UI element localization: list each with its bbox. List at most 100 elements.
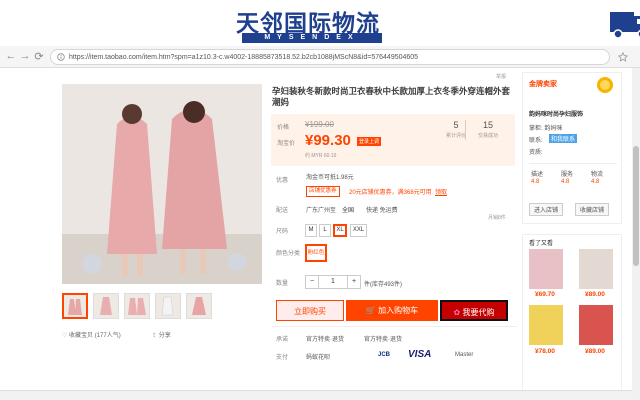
scrollbar[interactable] — [632, 68, 640, 400]
stock-text: 件(库存493件) — [364, 282, 403, 288]
collect-shop-button[interactable]: 收藏店铺 — [575, 203, 610, 216]
payment-label: 支付 — [276, 355, 289, 361]
score-value-logistics: 4.8 — [591, 179, 600, 185]
product-page: ♡ 收藏宝贝 (177人气) ⇪ 分享 举报 孕妇装秋冬新款时尚卫衣春秋中长款加… — [0, 68, 640, 400]
mysendex-logo: 天邻国际物流 MYSENDEX — [236, 4, 640, 44]
sale-price-label: 淘宝价 — [277, 141, 296, 147]
ship-to-select[interactable]: 全国 — [342, 205, 354, 214]
size-label: 尺码 — [276, 229, 289, 235]
also-viewed-item-4[interactable] — [579, 305, 613, 345]
quantity-decrement[interactable]: − — [305, 275, 319, 289]
size-option-xxl[interactable]: XXL — [350, 224, 367, 237]
bottom-strip — [0, 390, 640, 400]
also-viewed-item-2[interactable] — [579, 249, 613, 289]
thumbnail-5[interactable] — [186, 293, 212, 319]
also-viewed-price-3: ¥78.00 — [535, 348, 555, 355]
payment-jcb: JCB — [378, 352, 391, 358]
coupon-text: 20元店铺优惠券，满368元可用 — [349, 190, 432, 196]
monthly-sales: 月销8件 — [488, 215, 506, 221]
stat-divider — [465, 120, 466, 140]
enter-shop-button[interactable]: 进入店铺 — [529, 203, 564, 216]
agent-buy-label: 我要代购 — [462, 308, 495, 317]
size-option-m[interactable]: M — [305, 224, 317, 237]
size-option-xl[interactable]: XL — [333, 224, 347, 237]
quantity-increment[interactable]: + — [347, 275, 361, 289]
truck-icon — [610, 12, 640, 39]
add-to-cart-label: 加入购物车 — [378, 306, 419, 315]
also-viewed-item-3[interactable] — [529, 305, 563, 345]
score-value-service: 4.8 — [561, 179, 570, 185]
price-tag[interactable]: 登录上调 — [357, 137, 382, 146]
product-photo — [62, 84, 262, 284]
payment-visa: VISA — [408, 349, 432, 360]
store-coupon-chip: 店铺优惠券 — [306, 186, 340, 197]
also-viewed-price-1: ¥69.70 — [535, 291, 555, 298]
score-label-logistics: 物流 — [591, 172, 604, 178]
shipping-label: 配送 — [276, 208, 289, 214]
thumbnail-4[interactable] — [155, 293, 181, 319]
agent-buy-button[interactable]: ✿ 我要代购 — [440, 300, 508, 321]
quality-label: 资质: — [529, 150, 543, 156]
color-label: 颜色分类 — [276, 251, 301, 257]
also-viewed-price-2: ¥89.00 — [585, 291, 605, 298]
shop-card: 金牌卖家 韵妈咪时尚孕妇服饰 掌柜: 韵妈咪 联系: 和我联系 资质: 描述 服… — [522, 72, 622, 224]
share-icon: ⇪ — [152, 333, 159, 339]
info-icon — [57, 53, 65, 61]
back-icon[interactable]: ← — [4, 50, 18, 62]
get-coupon-link[interactable]: 领取 — [435, 187, 447, 196]
thumbnail-3[interactable] — [124, 293, 150, 319]
contact-button[interactable]: 和我联系 — [549, 134, 578, 143]
shop-name[interactable]: 韵妈咪时尚孕妇服饰 — [529, 109, 583, 118]
deal-label: 交易成功 — [477, 133, 498, 139]
quantity-input[interactable]: 1 — [318, 275, 348, 289]
also-viewed-price-4: ¥89.00 — [585, 348, 605, 355]
share-text: 分享 — [158, 333, 171, 339]
score-value-desc: 4.8 — [531, 179, 540, 185]
heart-icon: ♡ — [62, 333, 70, 339]
color-option-pink[interactable]: 粉红色 — [305, 244, 327, 262]
contact-label: 联系: — [529, 138, 543, 144]
guarantee-label: 承诺 — [276, 337, 289, 343]
gold-medal-icon — [597, 77, 613, 93]
size-option-l[interactable]: L — [319, 224, 331, 237]
promo-label: 优惠 — [276, 178, 289, 184]
product-title: 孕妇装秋冬新款时尚卫衣春秋中长款加厚上衣冬季外穿连帽外套潮妈 — [272, 86, 511, 107]
review-label: 累计评价 — [445, 133, 466, 139]
main-product-image[interactable] — [62, 84, 262, 284]
price-conversion: 约 MYR 60.19 — [305, 153, 337, 159]
favorite-link[interactable]: ♡ 收藏宝贝 (177人气) — [62, 330, 121, 339]
quantity-label: 数量 — [276, 281, 289, 287]
deal-count: 15 — [482, 120, 493, 130]
forward-icon[interactable]: → — [18, 50, 32, 62]
scrollbar-thumb[interactable] — [633, 146, 639, 266]
thumbnail-2[interactable] — [93, 293, 119, 319]
price-label: 价格 — [277, 125, 290, 131]
guarantee-item-1: 官方特卖·退货 — [306, 337, 344, 343]
logo-english-text: MYSENDEX — [242, 33, 382, 43]
also-viewed-item-1[interactable] — [529, 249, 563, 289]
shop-owner: 掌柜: 韵妈咪 — [529, 126, 563, 132]
gold-seller-badge: 金牌卖家 — [529, 81, 557, 88]
favorite-text: 收藏宝贝 (177人气) — [69, 333, 121, 339]
reload-icon[interactable]: ⟳ — [32, 50, 46, 63]
star-bookmark-icon[interactable] — [618, 52, 628, 62]
score-label-service: 服务 — [561, 172, 574, 178]
cart-icon: 🛒 — [365, 306, 379, 315]
buy-now-button[interactable]: 立即购买 — [276, 300, 344, 321]
ship-from: 广东广州至 — [306, 208, 337, 214]
divider — [272, 326, 517, 327]
url-text: https://item.taobao.com/item.htm?spm=a1z… — [69, 54, 419, 61]
review-count: 5 — [453, 120, 459, 130]
payment-huabei: 蚂蚁花呗 — [306, 355, 331, 361]
payment-master: Master — [455, 352, 474, 358]
share-link[interactable]: ⇪ 分享 — [152, 330, 171, 339]
shipping-fee: 快递 免运费 — [366, 208, 398, 214]
browser-address-bar: ← → ⟳ https://item.taobao.com/item.htm?s… — [0, 46, 640, 68]
original-price: ¥199.00 — [305, 120, 334, 129]
url-field[interactable]: https://item.taobao.com/item.htm?spm=a1z… — [50, 49, 610, 65]
thumbnail-1[interactable] — [62, 293, 88, 319]
also-viewed-title: 看了又看 — [529, 241, 554, 247]
price-box: 价格 ¥199.00 淘宝价 ¥99.30 登录上调 约 MYR 60.19 5… — [271, 114, 515, 166]
add-to-cart-button[interactable]: 🛒 加入购物车 — [346, 300, 438, 321]
report-link[interactable]: 举报 — [496, 73, 506, 80]
